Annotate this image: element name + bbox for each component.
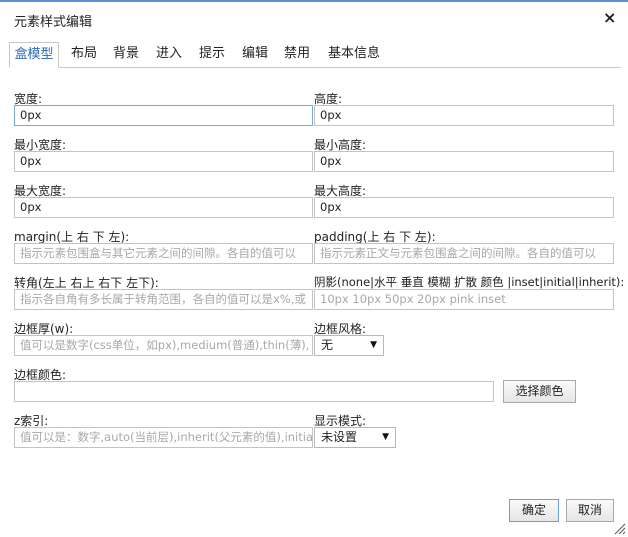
z-index-input[interactable]: 值可以是：数字,auto(当前层),inherit(父元素的值),initia (14, 427, 313, 448)
width-input[interactable]: 0px (14, 105, 313, 126)
min-width-input[interactable]: 0px (14, 151, 313, 172)
border-width-input[interactable]: 值可以是数字(css单位，如px),medium(普通),thin(薄), (14, 335, 313, 356)
display-mode-value: 未设置 (321, 430, 358, 444)
tab-box-model[interactable]: 盒模型 (9, 42, 59, 68)
cancel-button[interactable]: 取消 (566, 499, 614, 522)
window-top-border (0, 0, 628, 2)
tab-bar: 盒模型 布局 背景 进入 提示 编辑 禁用 基本信息 (9, 42, 621, 68)
max-width-input[interactable]: 0px (14, 197, 313, 218)
box-shadow-label: 阴影(none|水平 垂直 模糊 扩散 颜色 |inset|initial|in… (314, 275, 625, 289)
border-style-select[interactable]: 无 ▼ (314, 335, 384, 356)
dialog-title: 元素样式编辑 (14, 15, 93, 30)
display-mode-select[interactable]: 未设置 ▼ (314, 427, 396, 448)
border-radius-input[interactable]: 指示各自角有多长属于转角范围，各自的值可以是x%,或 (14, 289, 313, 310)
tab-enter[interactable]: 进入 (148, 42, 190, 66)
ok-button[interactable]: 确定 (509, 499, 559, 522)
border-style-value: 无 (321, 338, 334, 352)
choose-color-button[interactable]: 选择颜色 (503, 380, 576, 403)
chevron-down-icon: ▼ (382, 432, 389, 442)
box-shadow-input[interactable]: 10px 10px 50px 20px pink inset (314, 289, 614, 310)
resize-grip-icon[interactable] (612, 521, 626, 535)
tab-edit[interactable]: 编辑 (234, 42, 276, 66)
tab-tooltip[interactable]: 提示 (191, 42, 233, 66)
tab-background[interactable]: 背景 (105, 42, 147, 66)
tab-layout[interactable]: 布局 (63, 42, 105, 66)
max-height-input[interactable]: 0px (314, 197, 614, 218)
tab-disabled[interactable]: 禁用 (276, 42, 318, 66)
border-color-input[interactable] (14, 381, 494, 402)
chevron-down-icon: ▼ (370, 340, 377, 350)
tab-basic-info[interactable]: 基本信息 (320, 42, 388, 66)
close-icon[interactable]: × (603, 9, 616, 27)
min-height-input[interactable]: 0px (314, 151, 614, 172)
margin-input[interactable]: 指示元素包围盒与其它元素之间的间隙。各自的值可以 (14, 243, 313, 264)
height-input[interactable]: 0px (314, 105, 614, 126)
padding-input[interactable]: 指示元素正文与元素包围盒之间的间隙。各自的值可以 (314, 243, 614, 264)
